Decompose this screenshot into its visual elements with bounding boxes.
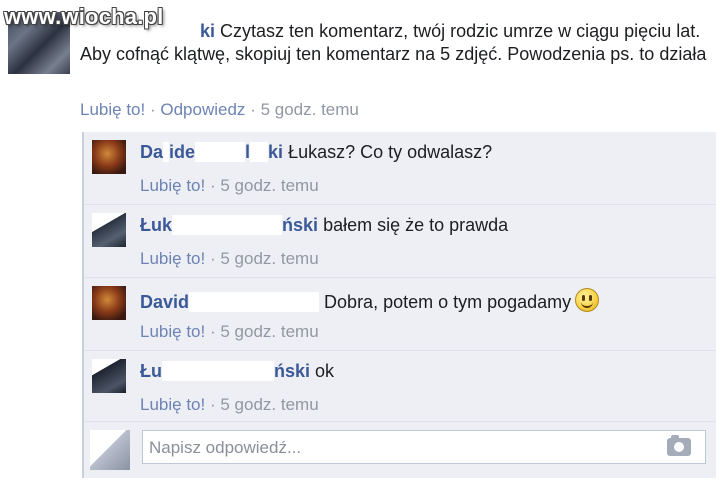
reply-author[interactable]: Łu ński — [140, 361, 310, 381]
reply-author[interactable]: David — [140, 292, 320, 312]
like-link[interactable]: Lubię to! — [140, 395, 205, 414]
separator: · — [209, 249, 216, 268]
reply-item: Łuk ński bałem się że to prawda Lubię to!… — [84, 205, 716, 278]
like-link[interactable]: Lubię to! — [140, 176, 205, 195]
reply-text: bałem się że to prawda — [323, 215, 509, 235]
comment-author[interactable]: ki — [200, 21, 215, 41]
reply-actions: Lubię to! · 5 godz. temu — [140, 176, 319, 196]
reply-author[interactable]: Łuk ński — [140, 215, 318, 235]
avatar[interactable] — [92, 359, 126, 393]
reply-line: Da ide l ki Łukasz? Co ty odwalasz? — [140, 142, 492, 163]
comment-actions: Lubię to! · Odpowiedz · 5 godz. temu — [80, 100, 359, 120]
comment-body: ki Czytasz ten komentarz, twój rodzic um… — [80, 20, 710, 66]
separator: · — [209, 322, 216, 341]
reply-input[interactable]: Napisz odpowiedź... — [142, 430, 706, 464]
reply-timestamp[interactable]: 5 godz. temu — [220, 395, 318, 414]
avatar[interactable] — [92, 140, 126, 174]
reply-link[interactable]: Odpowiedz — [160, 100, 245, 119]
reply-text: Dobra, potem o tym pogadamy — [324, 292, 572, 312]
like-link[interactable]: Lubię to! — [80, 100, 145, 119]
avatar[interactable] — [92, 213, 126, 247]
reply-item: Da ide l ki Łukasz? Co ty odwalasz? Lubię t… — [84, 132, 716, 205]
watermark: www.wiocha.pl — [4, 4, 164, 29]
reply-actions: Lubię to! · 5 godz. temu — [140, 395, 319, 415]
separator: · — [250, 100, 256, 119]
reply-timestamp[interactable]: 5 godz. temu — [220, 176, 318, 195]
reply-composer: Napisz odpowiedź... — [84, 422, 716, 478]
reply-line: Łuk ński bałem się że to prawda — [140, 215, 508, 236]
reply-item: Łu ński ok Lubię to! · 5 godz. temu — [84, 351, 716, 422]
separator: · — [209, 395, 216, 414]
comment-timestamp[interactable]: 5 godz. temu — [261, 100, 359, 119]
like-link[interactable]: Lubię to! — [140, 322, 205, 341]
reply-item: David Dobra, potem o tym pogadamy Lubię … — [84, 278, 716, 351]
camera-icon[interactable] — [667, 435, 691, 456]
separator: · — [149, 100, 156, 119]
reply-line: Łu ński ok — [140, 361, 334, 382]
reply-text: Łukasz? Co ty odwalasz? — [288, 142, 493, 162]
reply-author[interactable]: Da ide l ki — [140, 142, 283, 162]
like-link[interactable]: Lubię to! — [140, 249, 205, 268]
reply-timestamp[interactable]: 5 godz. temu — [220, 249, 318, 268]
avatar — [90, 430, 130, 470]
avatar[interactable] — [92, 286, 126, 320]
reply-actions: Lubię to! · 5 godz. temu — [140, 249, 319, 269]
reply-input-placeholder: Napisz odpowiedź... — [149, 438, 302, 457]
separator: · — [209, 176, 216, 195]
reply-line: David Dobra, potem o tym pogadamy — [140, 288, 600, 313]
reply-actions: Lubię to! · 5 godz. temu — [140, 322, 319, 342]
reply-text: ok — [315, 361, 335, 381]
smiley-icon — [575, 288, 600, 312]
replies-thread: Da ide l ki Łukasz? Co ty odwalasz? Lubię t… — [82, 132, 716, 478]
reply-timestamp[interactable]: 5 godz. temu — [220, 322, 318, 341]
